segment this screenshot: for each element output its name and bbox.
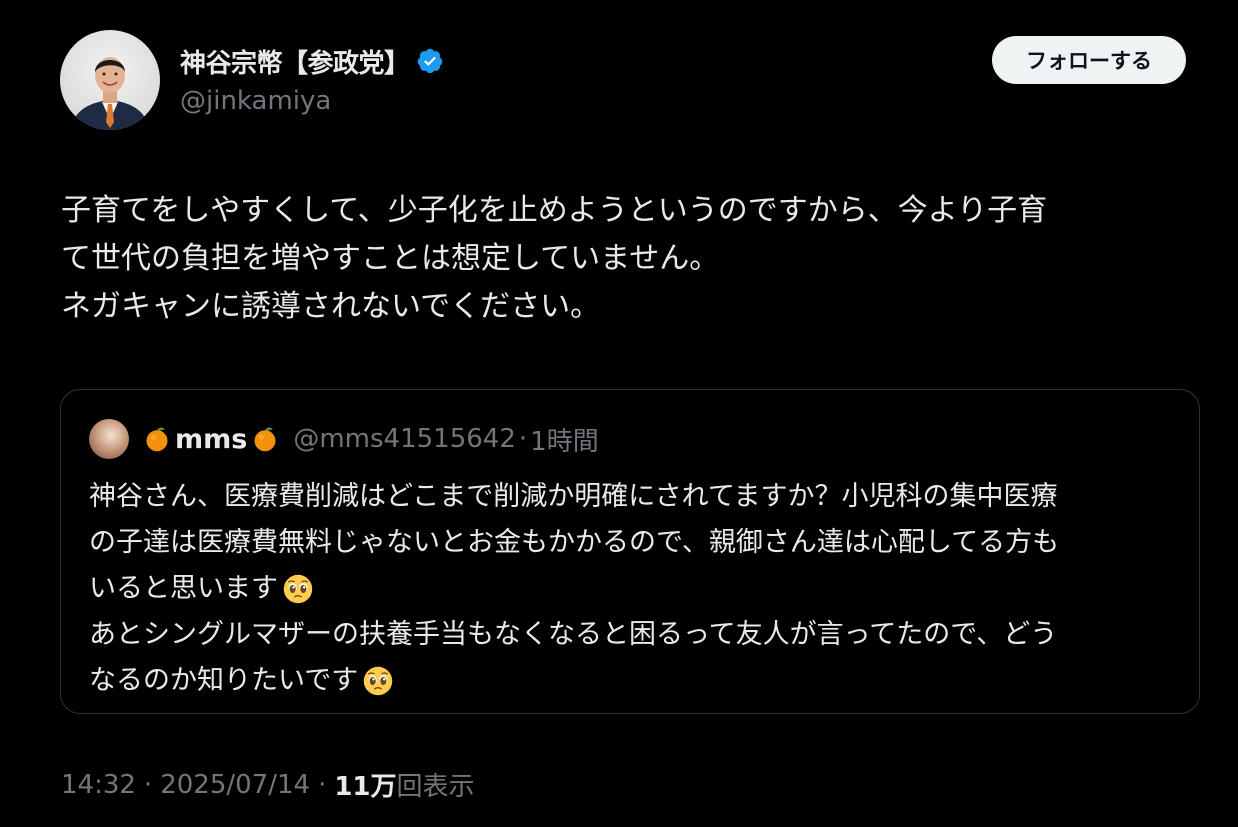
quoted-text-line: なるのか知りたいです [89, 658, 1179, 704]
quoted-text-line: いると思います [89, 566, 1179, 612]
quoted-tweet-header: mms @mms41515642 · 1時間 [89, 418, 599, 460]
quoted-text-line: の子達は医療費無料じゃないとお金もかかるので、親御さん達は心配してる方も [89, 520, 1179, 566]
quoted-author-avatar[interactable] [89, 419, 129, 459]
tweet-text-line: ネガキャンに誘導されないでください。 [61, 289, 601, 324]
quoted-text-line-content: なるのか知りたいです [89, 665, 359, 696]
author-avatar[interactable] [60, 30, 160, 130]
quoted-author-handle[interactable]: @mms41515642 [293, 424, 516, 454]
follow-button[interactable]: フォローする [992, 36, 1186, 84]
verified-badge-icon[interactable] [416, 47, 444, 75]
author-info: 神谷宗幣【参政党】 @jinkamiya [180, 40, 444, 116]
tweet-text-line: 子育てをしやすくして、少子化を止めようというのですから、今より子育 [61, 193, 1048, 228]
author-handle[interactable]: @jinkamiya [180, 86, 444, 116]
orange-emoji-icon [254, 427, 276, 452]
quoted-text-line-content: あとシングルマザーの扶養手当もなくなると困るって友人が言ってたので、どう [89, 619, 1058, 650]
quoted-header-separator: · [518, 424, 528, 454]
views-count[interactable]: 11万 [334, 766, 396, 803]
author-name-row: 神谷宗幣【参政党】 [180, 40, 444, 82]
pleading-face-emoji-icon [283, 574, 313, 604]
views-label: 回表示 [396, 772, 475, 802]
tweet-date[interactable]: 2025/07/14 [160, 770, 310, 800]
quoted-tweet-card[interactable]: mms @mms41515642 · 1時間 神谷さん、医療費削減はどこまで削減… [60, 389, 1200, 714]
quoted-text-line: あとシングルマザーの扶養手当もなくなると困るって友人が言ってたので、どう [89, 612, 1179, 658]
pleading-face-emoji-icon [363, 666, 393, 696]
avatar-image [70, 57, 150, 130]
quoted-text-line: 神谷さん、医療費削減はどこまで削減か明確にされてますか？小児科の集中医療 [89, 474, 1179, 520]
tweet-meta: 14:32 · 2025/07/14 · 11万 回表示 [61, 766, 475, 803]
quoted-text-line-content: の子達は医療費無料じゃないとお金もかかるので、親御さん達は心配してる方も [89, 527, 1060, 558]
quoted-text-line-content: 神谷さん、医療費削減はどこまで削減か明確にされてますか？小児科の集中医療 [89, 481, 1058, 512]
quoted-text-line-content: いると思います [89, 573, 278, 604]
meta-separator: · [318, 769, 327, 800]
meta-separator: · [143, 769, 153, 800]
quoted-tweet-time[interactable]: 1時間 [530, 421, 599, 458]
tweet-text: 子育てをしやすくして、少子化を止めようというのですから、今より子育 て世代の負担… [61, 187, 1191, 331]
tweet-time[interactable]: 14:32 [61, 770, 136, 800]
tweet-text-line: て世代の負担を増やすことは想定していません。 [61, 241, 720, 276]
orange-emoji-icon [146, 427, 168, 452]
quoted-author-name[interactable]: mms [175, 424, 247, 455]
quoted-tweet-text: 神谷さん、医療費削減はどこまで削減か明確にされてますか？小児科の集中医療 の子達… [89, 474, 1179, 704]
author-display-name[interactable]: 神谷宗幣【参政党】 [180, 43, 410, 80]
